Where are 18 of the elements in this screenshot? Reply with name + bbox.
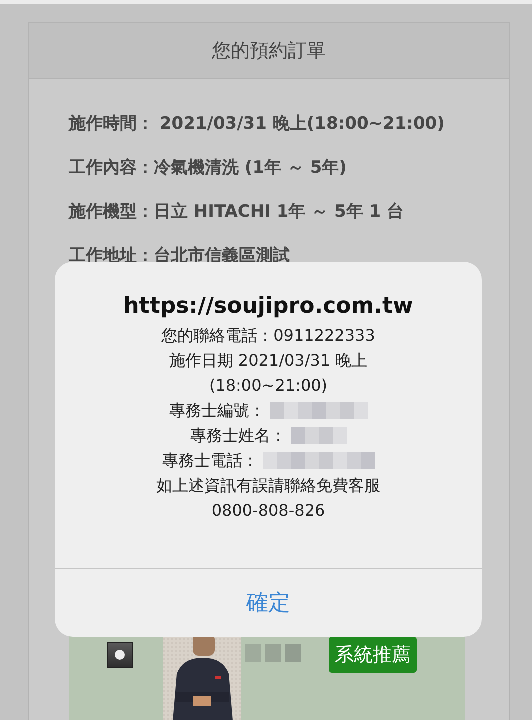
order-detail: 施作時間： 2021/03/31 晚上(18:00~21:00) xyxy=(69,113,446,136)
order-title: 您的預約訂單 xyxy=(212,38,326,64)
radio-button[interactable] xyxy=(107,642,133,668)
alert-text: 您的聯絡電話：0911222333 xyxy=(162,325,376,347)
order-detail: 工作內容：冷氣機清洗 (1年 ～ 5年) xyxy=(69,157,348,180)
alert-title: https://soujipro.com.tw xyxy=(124,294,414,319)
alert-text: 專務士姓名： xyxy=(190,425,286,447)
alert-text: (18:00~21:00) xyxy=(209,375,328,397)
alert-text: 施作日期 2021/03/31 晚上 xyxy=(169,350,368,372)
alert-text: 專務士電話： xyxy=(162,450,258,472)
technician-row[interactable]: 系統推薦 xyxy=(69,634,465,720)
alert-text: 如上述資訊有誤請聯絡免費客服 xyxy=(156,475,380,497)
blurred-text xyxy=(245,644,301,662)
alert-text: 專務士編號： xyxy=(170,400,266,422)
ok-button[interactable]: 確定 xyxy=(55,569,482,637)
recommended-badge: 系統推薦 xyxy=(329,637,417,673)
order-detail: 施作機型：日立 HITACHI 1年 ～ 5年 1 台 xyxy=(69,201,406,224)
alert-text: 0800-808-826 xyxy=(212,500,326,522)
